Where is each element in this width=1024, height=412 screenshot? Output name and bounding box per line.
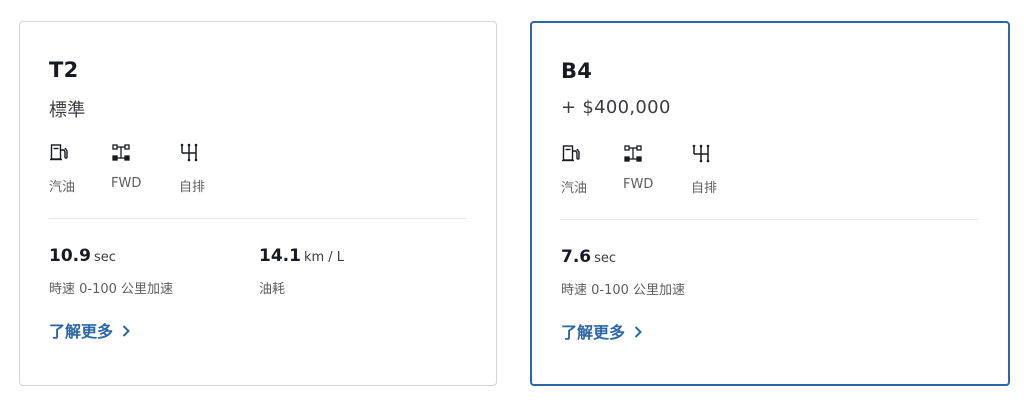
spec-transmission: 自排 [691,143,751,203]
trim-price: 標準 [49,100,86,121]
metric-value: 10.9 [49,246,91,266]
trim-card-b4[interactable]: B4 + $400,000 汽油 FWD 自排 7.6 sec 時速 0-100… [530,21,1010,386]
metric-label: 油耗 [259,282,286,297]
learn-more-link[interactable]: 了解更多 [561,319,643,343]
metric-unit: km / L [303,250,345,265]
spec-fuel: 汽油 [49,142,109,202]
spec-drivetrain: FWD [623,143,683,203]
divider [49,218,467,219]
spec-list: 汽油 FWD 自排 [561,143,821,203]
spec-label: 汽油 [561,181,588,196]
spec-label: 自排 [179,180,206,195]
metric-unit: sec [594,251,617,266]
spec-list: 汽油 FWD 自排 [49,142,309,202]
trim-card-t2[interactable]: T2 標準 汽油 FWD 自排 10.9 sec 時速 0-100 公里加速 1… [19,21,497,386]
spec-label: 自排 [691,181,718,196]
fuel-pump-icon [50,144,68,161]
metric-acceleration: 10.9 sec 時速 0-100 公里加速 [49,246,173,306]
spec-transmission: 自排 [179,142,239,202]
drivetrain-icon [624,145,642,162]
spec-fuel: 汽油 [561,143,621,203]
learn-more-label: 了解更多 [49,322,114,341]
spec-label: FWD [111,176,142,191]
metric-fuel-economy: 14.1 km / L 油耗 [259,246,344,306]
metric-unit: sec [93,250,116,265]
gear-shift-icon [692,144,710,163]
chevron-right-icon [122,325,130,337]
drivetrain-icon [112,144,130,161]
trim-price: + $400,000 [561,97,671,118]
spec-label: FWD [623,177,654,192]
chevron-right-icon [634,326,642,338]
trim-name: T2 [49,58,79,82]
learn-more-label: 了解更多 [561,323,626,342]
learn-more-link[interactable]: 了解更多 [49,318,131,342]
divider [561,219,979,220]
metric-value: 7.6 [561,247,592,267]
trim-selector: T2 標準 汽油 FWD 自排 10.9 sec 時速 0-100 公里加速 1… [0,0,1024,412]
spec-drivetrain: FWD [111,142,171,202]
metric-acceleration: 7.6 sec 時速 0-100 公里加速 [561,247,685,307]
fuel-pump-icon [562,145,580,162]
metric-label: 時速 0-100 公里加速 [49,282,174,297]
trim-card-content: T2 標準 汽油 FWD 自排 10.9 sec 時速 0-100 公里加速 1… [49,22,467,385]
metric-value: 14.1 [259,246,301,266]
metric-label: 時速 0-100 公里加速 [561,283,686,298]
trim-card-content: B4 + $400,000 汽油 FWD 自排 7.6 sec 時速 0-100… [561,23,979,384]
gear-shift-icon [180,143,198,162]
trim-name: B4 [561,59,593,83]
spec-label: 汽油 [49,180,76,195]
